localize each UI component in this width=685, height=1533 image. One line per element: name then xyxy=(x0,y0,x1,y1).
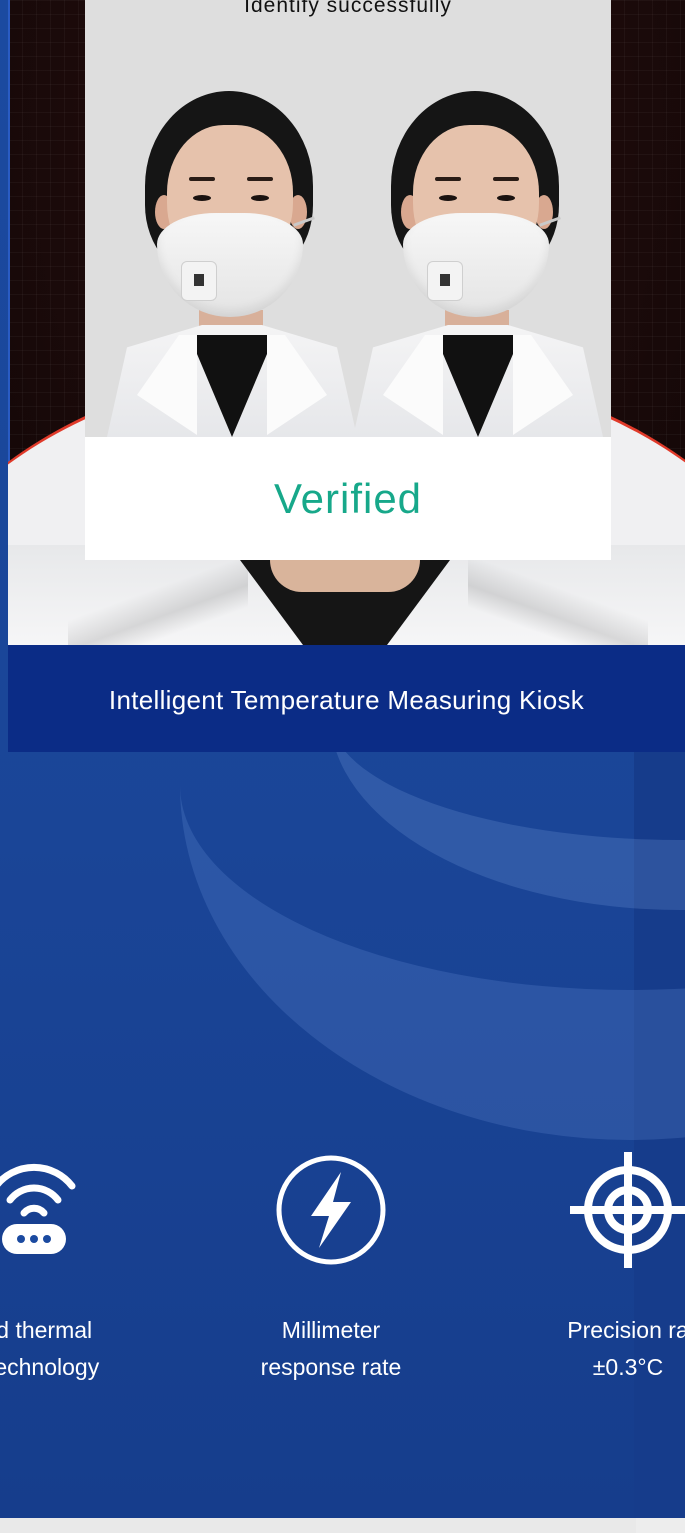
neck-bottom xyxy=(270,560,420,592)
crosshair-target-icon xyxy=(568,1150,685,1270)
feature-label: Precision ra ±0.3°C xyxy=(567,1317,685,1380)
title-banner: Intelligent Temperature Measuring Kiosk xyxy=(8,645,685,752)
bottom-strip xyxy=(0,1518,636,1533)
feature-label: red thermal g technology xyxy=(0,1317,100,1380)
coat-shade-right xyxy=(468,560,648,645)
face-capture-photo xyxy=(107,85,357,437)
banner-title: Intelligent Temperature Measuring Kiosk xyxy=(108,685,585,715)
verified-card: Verified xyxy=(85,437,611,560)
status-text: Identify successfully xyxy=(244,0,452,17)
verified-text: Verified xyxy=(273,475,423,522)
wifi-router-icon xyxy=(0,1150,94,1270)
feature-label: Millimeter response rate xyxy=(260,1317,402,1380)
registered-face-photo xyxy=(353,85,603,437)
kiosk-screen: Identify successfully Verified xyxy=(85,0,611,560)
page-background: Identify successfully Verified Intellige… xyxy=(0,0,685,1518)
kiosk-hero-image: Identify successfully Verified xyxy=(8,0,685,645)
lightning-circle-icon xyxy=(271,1150,391,1270)
coat-shade-left xyxy=(68,560,248,645)
